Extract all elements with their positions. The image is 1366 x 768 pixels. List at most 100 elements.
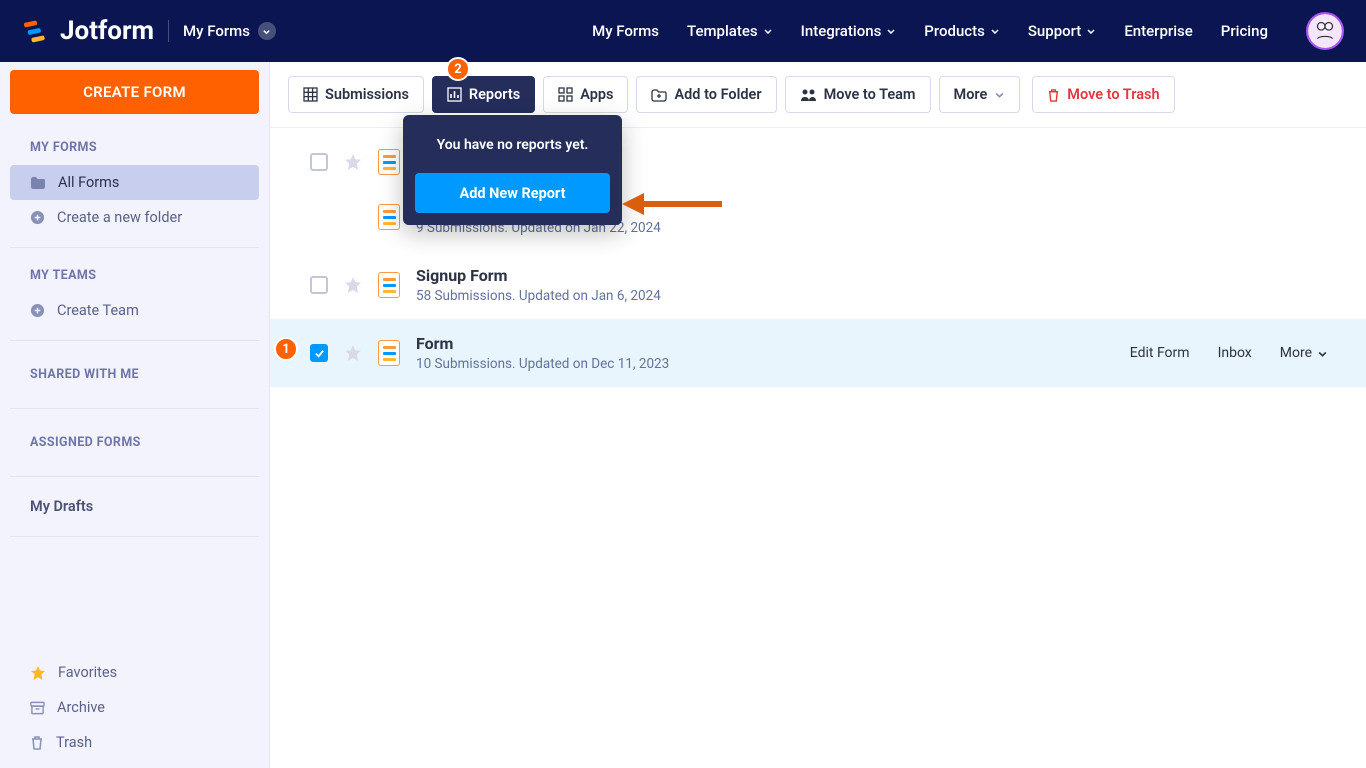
- nav-my-forms[interactable]: My Forms: [592, 22, 659, 40]
- apps-button[interactable]: Apps: [543, 76, 628, 113]
- row-actions: Edit Form Inbox More: [1130, 345, 1348, 361]
- row-more-button[interactable]: More: [1280, 345, 1328, 361]
- popover-text: You have no reports yet.: [415, 131, 610, 159]
- form-icon: [378, 340, 400, 366]
- check-icon: [314, 348, 325, 359]
- inbox-link[interactable]: Inbox: [1218, 345, 1252, 361]
- submissions-button[interactable]: Submissions: [288, 76, 424, 113]
- chevron-down-icon: [1317, 348, 1328, 359]
- sidebar: CREATE FORM MY FORMS All Forms Create a …: [0, 62, 270, 768]
- table-row[interactable]: Signup Form 58 Submissions. Updated on J…: [270, 251, 1366, 319]
- sidebar-title-shared[interactable]: SHARED WITH ME: [10, 353, 259, 396]
- toolbar: Submissions Reports Apps Add to Folder M…: [270, 62, 1366, 128]
- trash-icon: [1047, 88, 1060, 102]
- sidebar-item-archive[interactable]: Archive: [10, 690, 259, 725]
- sidebar-bottom: Favorites Archive Trash: [10, 655, 259, 760]
- reports-popover: You have no reports yet. Add New Report: [403, 115, 622, 225]
- nav-integrations[interactable]: Integrations: [801, 22, 897, 40]
- add-folder-button[interactable]: Add to Folder: [636, 76, 776, 113]
- sidebar-section-myforms: MY FORMS All Forms Create a new folder: [10, 136, 259, 235]
- sidebar-item-label: Trash: [56, 734, 92, 751]
- archive-icon: [30, 701, 45, 715]
- sidebar-section-teams: MY TEAMS Create Team: [10, 264, 259, 328]
- checkbox[interactable]: [310, 344, 328, 362]
- logo[interactable]: Jotform: [22, 16, 154, 46]
- apps-icon: [558, 87, 573, 102]
- row-title: Signup Form: [416, 266, 1348, 285]
- header-nav: My Forms Templates Integrations Products…: [592, 12, 1344, 50]
- avatar-icon: [1308, 14, 1342, 48]
- edit-form-link[interactable]: Edit Form: [1130, 345, 1190, 361]
- main: CREATE FORM MY FORMS All Forms Create a …: [0, 62, 1366, 768]
- folder-plus-icon: [651, 88, 667, 102]
- chevron-down-icon: [1086, 26, 1096, 36]
- sidebar-item-label: All Forms: [58, 174, 119, 191]
- nav-pricing[interactable]: Pricing: [1221, 22, 1268, 40]
- trash-icon: [30, 735, 44, 750]
- sidebar-item-create-team[interactable]: Create Team: [10, 293, 259, 328]
- chevron-down-icon: [763, 26, 773, 36]
- header-divider: [168, 20, 169, 42]
- chevron-down-icon: [990, 26, 1000, 36]
- row-content: Signup Form 58 Submissions. Updated on J…: [416, 266, 1348, 304]
- checkbox[interactable]: [310, 153, 328, 171]
- divider: [10, 340, 259, 341]
- star-icon[interactable]: [344, 153, 362, 171]
- sidebar-item-label: Favorites: [58, 664, 117, 681]
- chevron-down-icon: [994, 89, 1005, 100]
- chevron-down-icon: [886, 26, 896, 36]
- logo-text: Jotform: [60, 16, 154, 46]
- table-row[interactable]: 1 Form 10 Submissions. Updated on Dec 11…: [270, 319, 1366, 387]
- create-form-button[interactable]: CREATE FORM: [10, 70, 259, 114]
- form-icon: [378, 272, 400, 298]
- sidebar-title-teams: MY TEAMS: [10, 264, 259, 293]
- nav-products[interactable]: Products: [924, 22, 1000, 40]
- move-team-button[interactable]: Move to Team: [785, 76, 931, 113]
- divider: [10, 476, 259, 477]
- sidebar-item-label: Archive: [57, 699, 105, 716]
- folder-icon: [30, 176, 46, 190]
- sidebar-item-all-forms[interactable]: All Forms: [10, 165, 259, 200]
- nav-templates[interactable]: Templates: [687, 22, 773, 40]
- nav-enterprise[interactable]: Enterprise: [1124, 22, 1192, 40]
- annotation-badge-two: 2: [446, 57, 470, 81]
- plus-circle-icon: [30, 210, 45, 225]
- row-content: Form 10 Submissions. Updated on Dec 11, …: [416, 334, 1114, 372]
- content: Submissions Reports Apps Add to Folder M…: [270, 62, 1366, 768]
- row-subtitle: 10 Submissions. Updated on Dec 11, 2023: [416, 356, 1114, 372]
- divider: [10, 408, 259, 409]
- star-icon[interactable]: [344, 344, 362, 362]
- form-icon: [378, 149, 400, 175]
- team-icon: [800, 88, 817, 102]
- checkbox[interactable]: [310, 276, 328, 294]
- sidebar-title-assigned[interactable]: ASSIGNED FORMS: [10, 421, 259, 464]
- move-trash-button[interactable]: Move to Trash: [1032, 76, 1174, 113]
- add-new-report-button[interactable]: Add New Report: [415, 173, 610, 213]
- sidebar-item-new-folder[interactable]: Create a new folder: [10, 200, 259, 235]
- myforms-dropdown[interactable]: My Forms: [183, 22, 276, 40]
- sidebar-title-myforms: MY FORMS: [10, 136, 259, 165]
- row-subtitle: 58 Submissions. Updated on Jan 6, 2024: [416, 288, 1348, 304]
- sidebar-item-favorites[interactable]: Favorites: [10, 655, 259, 690]
- avatar[interactable]: [1306, 12, 1344, 50]
- row-title: Form: [416, 334, 1114, 353]
- grid-icon: [303, 87, 318, 102]
- more-button[interactable]: More: [939, 76, 1021, 113]
- sidebar-item-trash[interactable]: Trash: [10, 725, 259, 760]
- reports-button[interactable]: Reports: [432, 76, 535, 113]
- nav-support[interactable]: Support: [1028, 22, 1096, 40]
- annotation-badge-one: 1: [274, 337, 298, 361]
- star-icon[interactable]: [344, 276, 362, 294]
- form-icon: [378, 204, 400, 230]
- divider: [10, 247, 259, 248]
- sidebar-item-drafts[interactable]: My Drafts: [10, 489, 259, 524]
- divider: [10, 536, 259, 537]
- chart-icon: [447, 87, 462, 102]
- plus-circle-icon: [30, 303, 45, 318]
- sidebar-item-label: My Drafts: [30, 498, 93, 515]
- star-icon: [30, 665, 46, 681]
- sidebar-item-label: Create Team: [57, 302, 139, 319]
- myforms-label: My Forms: [183, 22, 250, 40]
- top-header: Jotform My Forms My Forms Templates Inte…: [0, 0, 1366, 62]
- annotation-arrow-icon: [622, 190, 722, 218]
